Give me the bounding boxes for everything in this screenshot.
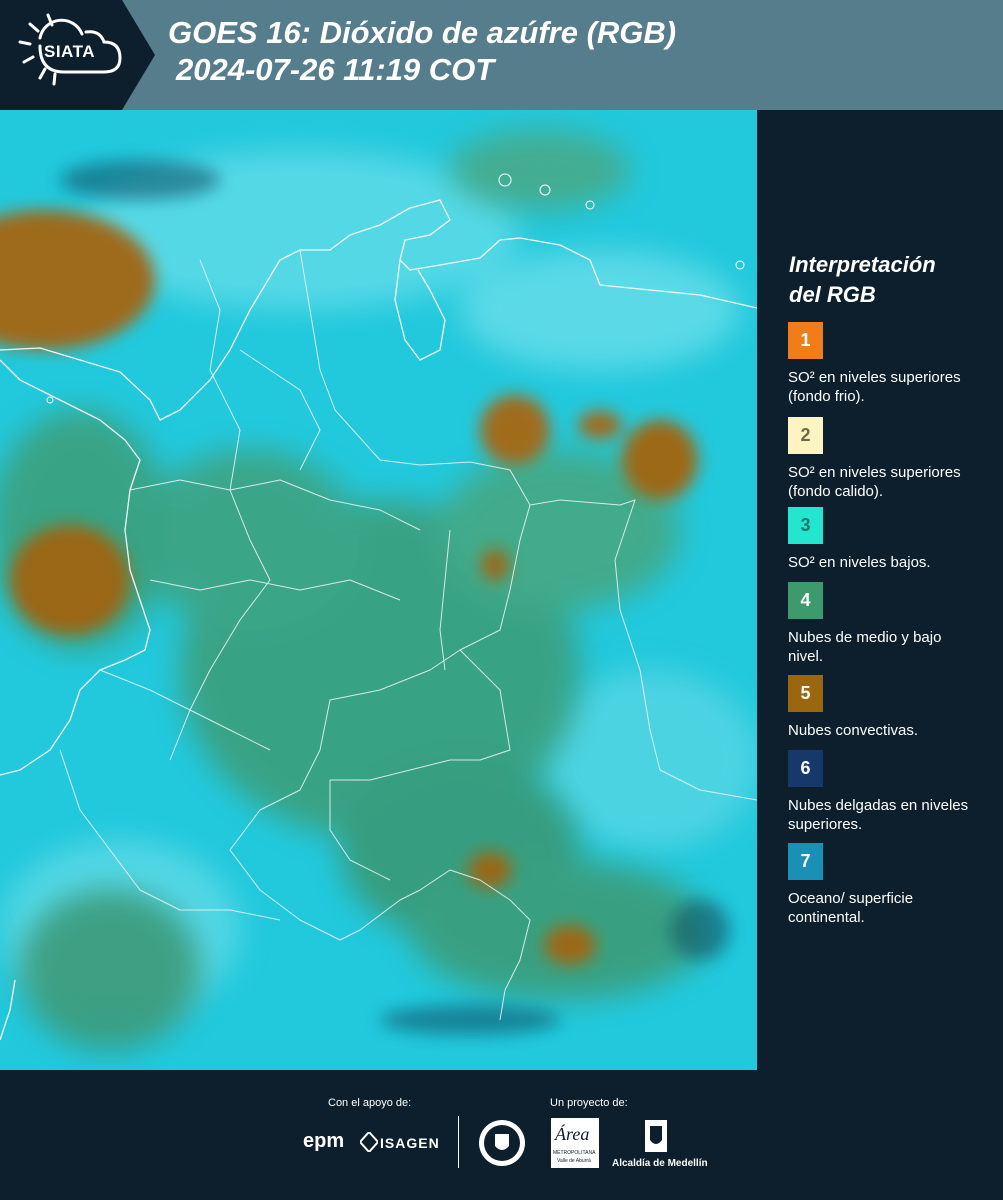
area-metropolitana-logo[interactable]: Área METROPOLITANA Valle de Aburrá: [551, 1118, 599, 1168]
legend-label-2: SO² en niveles superiores (fondo calido)…: [788, 464, 961, 500]
legend-swatch-3: 3: [788, 507, 823, 544]
title-timestamp: 2024-07-26 11:19 COT: [176, 52, 495, 87]
legend-label-6: Nubes delgadas en niveles superiores.: [788, 797, 969, 833]
legend-item-1: 1 SO² en niveles superiores (fondo frio)…: [788, 322, 988, 406]
legend-item-7: 7 Oceano/ superficie continental.: [788, 843, 988, 927]
area-logo-sub2: Valle de Aburrá: [557, 1158, 591, 1164]
legend-item-5: 5 Nubes convectivas.: [788, 675, 988, 740]
legend-title-line1: Interpretación: [789, 252, 936, 277]
footer-sponsors: Con el apoyo de: Un proyecto de: epm ISA…: [0, 1070, 1003, 1200]
support-label: Con el apoyo de:: [328, 1097, 412, 1109]
legend-label-4: Nubes de medio y bajo nivel.: [788, 629, 942, 665]
epm-logo[interactable]: epm: [303, 1130, 344, 1153]
rgb-legend: Interpretación del RGB 1 SO² en niveles …: [760, 110, 1003, 1070]
project-label: Un proyecto de:: [550, 1097, 628, 1109]
isagen-icon: [360, 1132, 378, 1152]
siata-logo[interactable]: SIATA: [0, 0, 155, 110]
satellite-map[interactable]: [0, 110, 757, 1070]
legend-label-1: SO² en niveles superiores (fondo frio).: [788, 369, 961, 405]
satellite-image: [0, 110, 757, 1070]
title-product: GOES 16: Dióxido de azúfre (RGB): [168, 15, 677, 50]
legend-swatch-7: 7: [788, 843, 823, 880]
page-title: GOES 16: Dióxido de azúfre (RGB) 2024-07…: [168, 14, 676, 88]
logo-text: SIATA: [44, 42, 95, 61]
legend-label-7: Oceano/ superficie continental.: [788, 890, 914, 926]
medellin-seal-icon[interactable]: [477, 1118, 527, 1168]
alcaldia-shield-icon[interactable]: [643, 1118, 669, 1154]
legend-title: Interpretación del RGB: [789, 250, 936, 310]
legend-swatch-6: 6: [788, 750, 823, 787]
isagen-logo[interactable]: ISAGEN: [380, 1135, 440, 1151]
legend-item-6: 6 Nubes delgadas en niveles superiores.: [788, 750, 988, 834]
legend-item-2: 2 SO² en niveles superiores (fondo calid…: [788, 417, 988, 501]
alcaldia-label: Alcaldía de Medellín: [612, 1158, 708, 1169]
legend-title-line2: del RGB: [789, 282, 876, 307]
legend-label-3: SO² en niveles bajos.: [788, 554, 931, 571]
legend-swatch-2: 2: [788, 417, 823, 454]
header-bar: SIATA GOES 16: Dióxido de azúfre (RGB) 2…: [0, 0, 1003, 110]
area-logo-text: Área: [555, 1124, 590, 1144]
footer-divider: [458, 1116, 459, 1168]
legend-swatch-4: 4: [788, 582, 823, 619]
legend-item-4: 4 Nubes de medio y bajo nivel.: [788, 582, 988, 666]
area-logo-sub1: METROPOLITANA: [553, 1150, 596, 1156]
legend-swatch-1: 1: [788, 322, 823, 359]
legend-swatch-5: 5: [788, 675, 823, 712]
legend-item-3: 3 SO² en niveles bajos.: [788, 507, 988, 572]
legend-label-5: Nubes convectivas.: [788, 722, 919, 739]
